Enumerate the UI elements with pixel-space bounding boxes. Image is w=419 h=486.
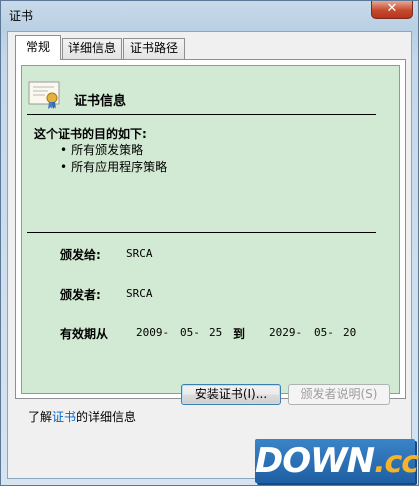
valid-from-day: 25 (209, 326, 223, 339)
issuer-statement-button[interactable]: 颁发者说明(S) (288, 384, 390, 405)
validity-label: 有效期从 (60, 327, 109, 341)
issued-by-label: 颁发者: (60, 288, 101, 302)
issuer-statement-label: 颁发者说明(S) (300, 387, 378, 401)
install-certificate-button[interactable]: 安装证书(I)... (181, 384, 281, 405)
watermark-tld: .cc (374, 445, 419, 480)
issued-to-label: 颁发给: (60, 248, 101, 262)
dialog-body: 常规 详细信息 证书路径 证书信息 这个证书的目的如下: • 所有颁发策略 • … (7, 31, 412, 479)
tab-general-label: 常规 (25, 40, 50, 54)
close-icon: ✕ (386, 1, 398, 16)
tab-general[interactable]: 常规 (15, 35, 61, 60)
certificate-icon (28, 81, 60, 109)
general-tab-panel: 证书信息 这个证书的目的如下: 所有颁发策略 所有应用程序策略 颁发给: SRC… (15, 59, 406, 399)
valid-from-year: 2009- (136, 326, 170, 339)
issued-by-value: SRCA (126, 287, 153, 300)
divider (27, 232, 376, 233)
certificate-dialog: 证书 ✕ 常规 详细信息 证书路径 证书信息 这个证书的目的如下: • 所有颁发… (0, 0, 419, 486)
divider (27, 114, 376, 115)
valid-to-day: 20 (343, 326, 357, 339)
valid-to-month: 05- (314, 326, 334, 339)
title-bar[interactable]: 证书 ✕ (1, 1, 418, 31)
purpose-list: 所有颁发策略 所有应用程序策略 (60, 142, 167, 176)
purpose-item: 所有颁发策略 (60, 142, 167, 159)
close-button[interactable]: ✕ (371, 1, 413, 19)
install-certificate-label: 安装证书(I)... (194, 387, 268, 401)
tab-certification-path[interactable]: 证书路径 (123, 38, 185, 59)
certificate-heading: 证书信息 (74, 94, 127, 109)
purpose-item: 所有应用程序策略 (60, 159, 167, 176)
certificate-link[interactable]: 证书 (52, 410, 76, 424)
certificate-info-area: 证书信息 这个证书的目的如下: 所有颁发策略 所有应用程序策略 颁发给: SRC… (21, 65, 400, 394)
window-title: 证书 (9, 9, 34, 23)
watermark-main: DOWN (255, 441, 375, 481)
more-info-suffix: 的详细信息 (76, 410, 137, 424)
purpose-title: 这个证书的目的如下: (34, 127, 147, 141)
tab-details[interactable]: 详细信息 (62, 38, 122, 59)
valid-to-year: 2029- (269, 326, 303, 339)
issued-to-value: SRCA (126, 247, 153, 260)
more-info-text: 了解证书的详细信息 (28, 408, 136, 425)
tab-details-label: 详细信息 (67, 41, 116, 55)
more-info-prefix: 了解 (28, 410, 53, 424)
watermark-logo: DOWN.cc (255, 439, 419, 483)
valid-to-label: 到 (233, 327, 246, 341)
valid-from-month: 05- (180, 326, 200, 339)
tab-certification-path-label: 证书路径 (129, 41, 178, 55)
